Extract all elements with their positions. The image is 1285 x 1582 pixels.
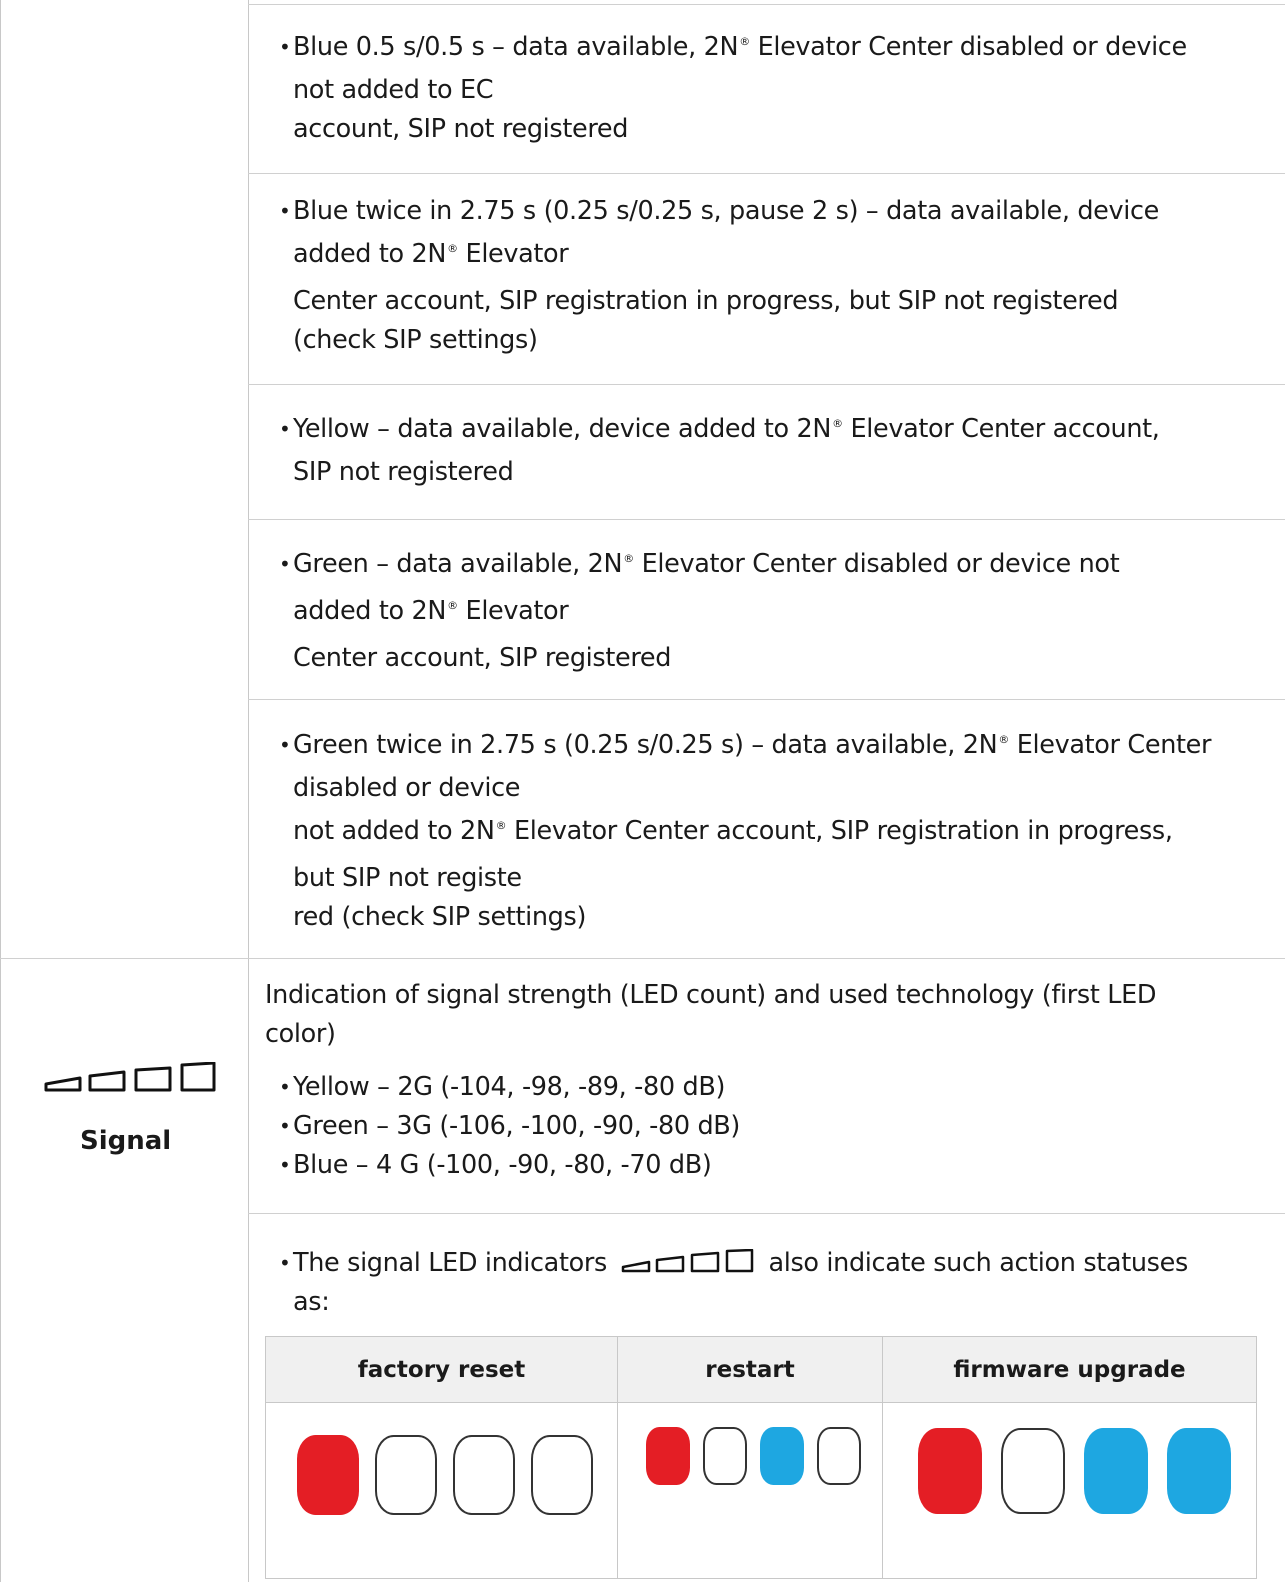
status-row-green: Green – data available, 2N® Elevator Cen… bbox=[249, 545, 1285, 678]
table-header: firmware upgrade bbox=[882, 1336, 1257, 1403]
row-divider bbox=[248, 699, 1285, 700]
list-item: Green – data available, 2N® Elevator Cen… bbox=[249, 545, 1285, 678]
row-text: SIP not registered bbox=[293, 457, 514, 487]
action-status-table: factory reset restart firmware upgrade bbox=[265, 1336, 1257, 1579]
led-blue bbox=[1084, 1428, 1148, 1514]
row-line: Blue 0.5 s/0.5 s – data available, 2N® E… bbox=[293, 28, 1285, 71]
status-row-green-twice: Green twice in 2.75 s (0.25 s/0.25 s) – … bbox=[249, 726, 1285, 937]
row-divider bbox=[248, 519, 1285, 520]
led-blue bbox=[760, 1427, 804, 1485]
row-divider bbox=[248, 4, 1285, 5]
table-header: factory reset bbox=[265, 1336, 618, 1403]
table-header: restart bbox=[617, 1336, 883, 1403]
row-divider bbox=[248, 384, 1285, 385]
list-item: Yellow – 2G (-104, -98, -89, -80 dB) bbox=[249, 1068, 1285, 1107]
row-text: added to 2N® Elevator bbox=[293, 239, 569, 269]
list-item: Blue – 4 G (-100, -90, -80, -70 dB) bbox=[249, 1146, 1285, 1185]
row-text: Center account, SIP registration in prog… bbox=[293, 286, 1119, 316]
row-text: account, SIP not registered bbox=[293, 114, 629, 144]
signal-intro-line: color) bbox=[265, 1019, 336, 1049]
status-row-yellow: Yellow – data available, device added to… bbox=[249, 410, 1285, 492]
row-text: Green twice in 2.75 s (0.25 s/0.25 s) – … bbox=[293, 730, 1212, 760]
led-off bbox=[453, 1435, 515, 1515]
led-cell-firmware-upgrade bbox=[882, 1402, 1257, 1579]
signal-intro: Indication of signal strength (LED count… bbox=[265, 976, 1156, 1054]
row-text: disabled or device bbox=[293, 773, 521, 803]
list-item: Blue twice in 2.75 s (0.25 s/0.25 s, pau… bbox=[249, 192, 1285, 360]
row-divider bbox=[248, 1213, 1285, 1214]
row-text: not added to 2N® Elevator Center account… bbox=[293, 816, 1173, 846]
signal-technology-list: Yellow – 2G (-104, -98, -89, -80 dB) Gre… bbox=[249, 1068, 1285, 1185]
led-off bbox=[375, 1435, 437, 1515]
left-border bbox=[0, 0, 1, 1582]
led-cell-factory-reset bbox=[265, 1402, 618, 1579]
row-divider bbox=[248, 173, 1285, 174]
row-line: The signal LED indicators also indicate … bbox=[293, 1244, 1285, 1283]
signal-label: Signal bbox=[80, 1126, 172, 1156]
signal-strength-icon bbox=[44, 1062, 216, 1092]
row-text: added to 2N® Elevator bbox=[293, 596, 569, 626]
led-red bbox=[646, 1427, 690, 1485]
signal-actions-note: The signal LED indicators also indicate … bbox=[249, 1244, 1285, 1322]
led-red bbox=[297, 1435, 359, 1515]
row-text: The signal LED indicators bbox=[293, 1248, 607, 1278]
row-text: Green – data available, 2N® Elevator Cen… bbox=[293, 549, 1120, 579]
list-item: The signal LED indicators also indicate … bbox=[249, 1244, 1285, 1322]
led-off bbox=[817, 1427, 861, 1485]
row-text: red (check SIP settings) bbox=[293, 902, 587, 932]
signal-strength-icon bbox=[621, 1248, 753, 1273]
row-divider bbox=[0, 958, 1285, 959]
list-item: Green – 3G (-106, -100, -90, -80 dB) bbox=[249, 1107, 1285, 1146]
signal-intro-line: Indication of signal strength (LED count… bbox=[265, 980, 1157, 1010]
row-text: Yellow – data available, device added to… bbox=[293, 414, 1160, 444]
led-off bbox=[531, 1435, 593, 1515]
row-text: not added to EC bbox=[293, 75, 494, 105]
list-item: Green twice in 2.75 s (0.25 s/0.25 s) – … bbox=[249, 726, 1285, 937]
status-row-blue-twice: Blue twice in 2.75 s (0.25 s/0.25 s, pau… bbox=[249, 192, 1285, 360]
list-item: Yellow – data available, device added to… bbox=[249, 410, 1285, 492]
row-text: (check SIP settings) bbox=[293, 325, 538, 355]
led-off bbox=[1001, 1428, 1065, 1514]
row-text: but SIP not registe bbox=[293, 863, 522, 893]
list-item: Blue 0.5 s/0.5 s – data available, 2N® E… bbox=[249, 28, 1285, 149]
led-red bbox=[918, 1428, 982, 1514]
row-text: Center account, SIP registered bbox=[293, 643, 672, 673]
row-text: as: bbox=[293, 1287, 330, 1317]
row-text: Blue twice in 2.75 s (0.25 s/0.25 s, pau… bbox=[293, 196, 1159, 226]
status-row-blue-slow: Blue 0.5 s/0.5 s – data available, 2N® E… bbox=[249, 28, 1285, 149]
led-off bbox=[703, 1427, 747, 1485]
row-text: Blue 0.5 s/0.5 s – data available, 2N® E… bbox=[293, 32, 1187, 62]
led-cell-restart bbox=[617, 1402, 883, 1579]
led-blue bbox=[1167, 1428, 1231, 1514]
row-text: also indicate such action statuses bbox=[768, 1248, 1188, 1278]
